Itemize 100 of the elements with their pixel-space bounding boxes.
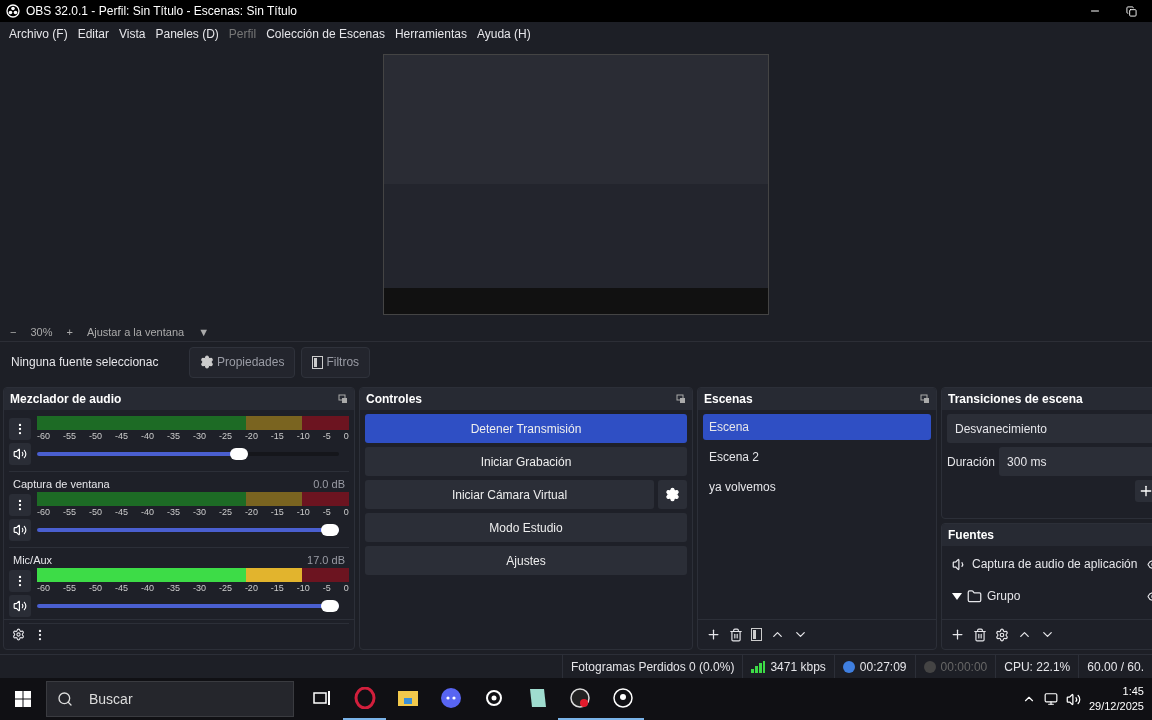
properties-button[interactable]: Propiedades: [189, 346, 296, 378]
clock-date: 29/12/2025: [1088, 699, 1144, 714]
speaker-icon[interactable]: [1065, 691, 1081, 707]
settings-icon: [665, 487, 680, 502]
chat-app-icon: [439, 687, 462, 709]
record-time: 00:00:00: [940, 659, 988, 674]
slider-thumb[interactable]: [321, 524, 339, 536]
scale-label: -15: [270, 431, 284, 441]
menu-item[interactable]: Herramientas: [389, 27, 472, 41]
control-button[interactable]: Iniciar Grabación: [365, 447, 687, 476]
source-item[interactable]: Grupo: [987, 589, 1021, 603]
volume-slider[interactable]: [37, 600, 339, 612]
scale-label: -10: [296, 583, 310, 593]
scale-label: -25: [218, 507, 232, 517]
scale-label: -50: [88, 583, 102, 593]
speaker-icon: [13, 599, 27, 613]
scene-item[interactable]: Escena: [703, 414, 931, 440]
advanced-audio-icon[interactable]: [12, 628, 25, 641]
scale-label: -10: [296, 507, 310, 517]
scene-item[interactable]: ya volvemos: [703, 474, 931, 500]
mute-button[interactable]: [9, 443, 31, 465]
delete-icon[interactable]: [729, 627, 743, 642]
channel-volume-db: 17.0 dB: [307, 554, 345, 566]
control-button[interactable]: Ajustes: [365, 546, 687, 575]
add-icon[interactable]: [706, 627, 721, 642]
add-icon[interactable]: [950, 627, 965, 642]
dock-float-icon[interactable]: [338, 394, 348, 404]
volume-slider[interactable]: [37, 524, 339, 536]
scale-label: -30: [192, 583, 206, 593]
duration-field[interactable]: 300 ms: [999, 447, 1152, 476]
channel-name: Mic/Aux: [13, 554, 53, 566]
clock-time: 1:45: [1122, 684, 1144, 699]
restore-icon[interactable]: [1125, 5, 1137, 17]
control-button[interactable]: Modo Estudio: [365, 513, 687, 542]
mute-button[interactable]: [9, 595, 31, 617]
zoom-in-button[interactable]: +: [66, 325, 73, 338]
zoom-level: 30%: [30, 325, 53, 338]
zoom-out-button[interactable]: −: [10, 325, 17, 338]
stream-time: 00:27:09: [859, 659, 907, 674]
ring-icon: [353, 687, 376, 709]
scale-label: -40: [140, 507, 154, 517]
settings-icon[interactable]: [995, 627, 1009, 642]
menu-item[interactable]: Editar: [72, 27, 115, 41]
control-button[interactable]: Detener Transmisión: [365, 414, 687, 443]
scale-label: -35: [166, 583, 180, 593]
menu-item[interactable]: Vista: [114, 27, 151, 41]
scale-label: -40: [140, 583, 154, 593]
window-title: OBS 32.0.1 - Perfil: Sin Título - Escenas: Sin Título: [26, 4, 298, 18]
menu-item[interactable]: Colección de Escenas: [261, 27, 390, 41]
menu-item[interactable]: Archivo (F): [4, 27, 73, 41]
control-button[interactable]: Iniciar Cámara Virtual: [365, 480, 654, 509]
channel-volume-db: 0.0 dB: [313, 478, 345, 490]
settings-button[interactable]: [658, 480, 687, 509]
scale-label: -35: [166, 507, 180, 517]
folder-icon: [967, 588, 982, 604]
scale-label: -5: [322, 431, 331, 441]
dock-float-icon[interactable]: [676, 394, 686, 404]
bitrate: 3471 kbps: [770, 659, 826, 674]
search-field[interactable]: Buscar: [46, 681, 294, 717]
channel-name: Captura de ventana: [13, 478, 110, 490]
expand-arrow-icon[interactable]: [952, 592, 962, 600]
scale-label: -5: [322, 507, 331, 517]
scale-label: -55: [63, 583, 76, 593]
menu-item[interactable]: Ayuda (H): [471, 27, 536, 41]
more-button[interactable]: [9, 417, 31, 440]
signal-bars-icon: [751, 660, 766, 673]
dock-title: Transiciones de escena: [948, 392, 1083, 406]
more-button[interactable]: [9, 569, 31, 592]
delete-icon[interactable]: [973, 627, 987, 642]
dock-title: Fuentes: [948, 528, 994, 542]
scale-label: -40: [140, 431, 154, 441]
mute-button[interactable]: [9, 519, 31, 541]
dock-float-icon[interactable]: [920, 394, 930, 404]
scale-label: -30: [192, 507, 206, 517]
scale-label: -45: [114, 431, 128, 441]
scale-label: -30: [192, 431, 206, 441]
add-icon: [1138, 483, 1152, 499]
filter-icon[interactable]: [751, 628, 762, 641]
windows-logo-icon[interactable]: [15, 691, 31, 707]
scale-label: -45: [114, 507, 128, 517]
transition-dropdown[interactable]: Desvanecimiento: [947, 414, 1152, 443]
slider-thumb[interactable]: [321, 600, 339, 612]
more-button[interactable]: [9, 493, 31, 516]
folder-icon: [396, 689, 419, 707]
scale-label: -45: [114, 583, 128, 593]
duration-label: Duración: [947, 454, 996, 469]
volume-slider[interactable]: [37, 448, 339, 460]
settings-icon: [200, 355, 214, 369]
speaker-icon: [13, 523, 27, 537]
source-item[interactable]: Captura de audio de aplicación: [972, 557, 1138, 571]
scene-item[interactable]: Escena 2: [703, 444, 931, 470]
scale-label: -60: [37, 507, 50, 517]
filters-button[interactable]: Filtros: [301, 346, 371, 378]
cpu-usage: CPU: 22.1%: [1004, 659, 1071, 674]
dropdown-caret[interactable]: ▼: [198, 325, 210, 338]
add-button[interactable]: [1135, 480, 1152, 502]
fit-dropdown[interactable]: Ajustar a la ventana: [86, 325, 185, 338]
slider-thumb[interactable]: [230, 448, 249, 460]
app-logo-icon: [6, 4, 20, 18]
menu-item[interactable]: Paneles (D): [150, 27, 224, 41]
